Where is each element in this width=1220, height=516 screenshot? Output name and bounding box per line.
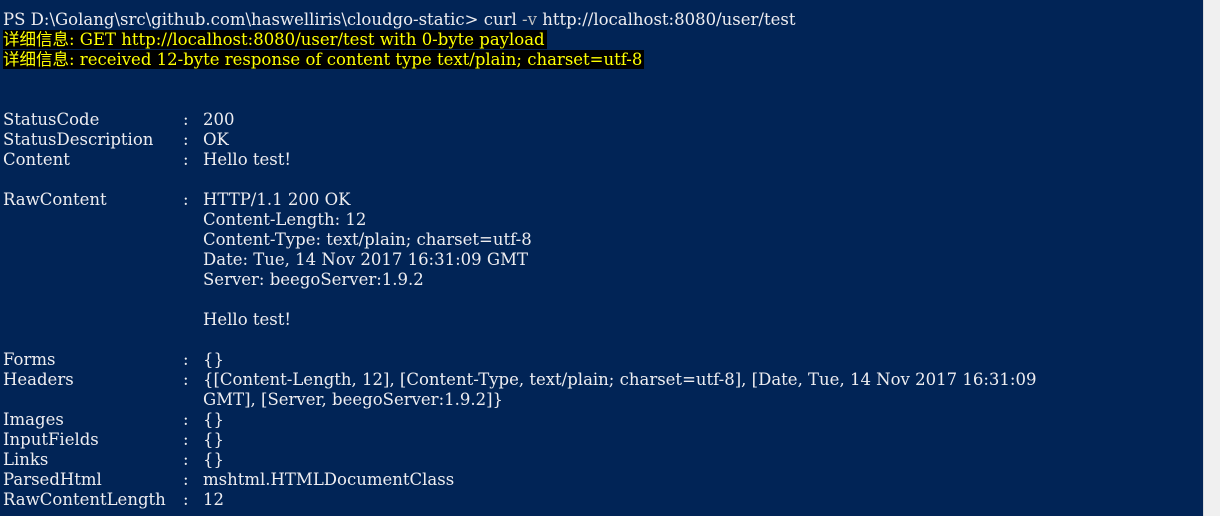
vertical-scrollbar[interactable] xyxy=(1203,0,1220,516)
verbose-line-2: 详细信息: received 12-byte response of conte… xyxy=(3,50,645,70)
command-url: http://localhost:8080/user/test xyxy=(542,10,796,29)
field-separator: : xyxy=(183,490,194,509)
field-separator: : xyxy=(183,110,194,129)
field-name: RawContentLength xyxy=(3,490,166,509)
field-name: Links xyxy=(3,450,49,469)
field-forms: Forms: {} xyxy=(3,350,224,370)
field-links: Links: {} xyxy=(3,450,224,470)
field-name: Content xyxy=(3,150,70,169)
field-separator: : xyxy=(183,350,194,369)
field-value: 12 xyxy=(203,490,224,509)
command-line: PS D:\Golang\src\github.com\haswelliris\… xyxy=(3,10,795,30)
field-value: 200 xyxy=(203,110,235,129)
field-headers: Headers: {[Content-Length, 12], [Content… xyxy=(3,370,1036,390)
field-value: mshtml.HTMLDocumentClass xyxy=(203,470,455,489)
prompt-path: PS D:\Golang\src\github.com\haswelliris\… xyxy=(3,10,484,29)
rawcontent-line: Content-Length: 12 xyxy=(203,210,367,229)
field-value: {} xyxy=(203,350,224,369)
field-separator: : xyxy=(183,470,194,489)
field-name: Images xyxy=(3,410,64,429)
field-statuscode: StatusCode: 200 xyxy=(3,110,235,130)
field-rawcontentlength: RawContentLength: 12 xyxy=(3,490,224,510)
field-name: StatusCode xyxy=(3,110,100,129)
rawcontent-line: Date: Tue, 14 Nov 2017 16:31:09 GMT xyxy=(203,250,528,269)
field-value: {} xyxy=(203,450,224,469)
rawcontent-line: Content-Type: text/plain; charset=utf-8 xyxy=(203,230,532,249)
field-images: Images: {} xyxy=(3,410,224,430)
field-value: OK xyxy=(203,130,229,149)
field-separator: : xyxy=(183,370,194,389)
field-name: ParsedHtml xyxy=(3,470,102,489)
field-separator: : xyxy=(183,190,194,209)
command-flag: -v xyxy=(522,10,537,29)
rawcontent-line: Server: beegoServer:1.9.2 xyxy=(203,270,424,289)
verbose-line-1: 详细信息: GET http://localhost:8080/user/tes… xyxy=(3,30,547,50)
field-value: {[Content-Length, 12], [Content-Type, te… xyxy=(203,370,1037,389)
verbose-text: 详细信息: GET http://localhost:8080/user/tes… xyxy=(3,30,547,49)
field-inputfields: InputFields: {} xyxy=(3,430,224,450)
headers-line: GMT], [Server, beegoServer:1.9.2]} xyxy=(203,390,504,409)
powershell-console[interactable]: PS D:\Golang\src\github.com\haswelliris\… xyxy=(0,0,1203,516)
field-parsedhtml: ParsedHtml: mshtml.HTMLDocumentClass xyxy=(3,470,454,490)
field-separator: : xyxy=(183,430,194,449)
field-name: Headers xyxy=(3,370,74,389)
field-name: Forms xyxy=(3,350,56,369)
command-name: curl xyxy=(483,10,517,29)
field-value: {} xyxy=(203,430,224,449)
field-separator: : xyxy=(183,410,194,429)
rawcontent-line: Hello test! xyxy=(203,310,292,329)
field-value: {} xyxy=(203,410,224,429)
field-name: StatusDescription xyxy=(3,130,154,149)
field-separator: : xyxy=(183,150,194,169)
scrollbar-thumb[interactable] xyxy=(1207,0,1217,516)
field-separator: : xyxy=(183,450,194,469)
field-name: RawContent xyxy=(3,190,107,209)
field-value: HTTP/1.1 200 OK xyxy=(203,190,351,209)
field-name: InputFields xyxy=(3,430,99,449)
field-statusdescription: StatusDescription: OK xyxy=(3,130,229,150)
field-separator: : xyxy=(183,130,194,149)
verbose-text: 详细信息: received 12-byte response of conte… xyxy=(3,50,645,69)
field-content: Content: Hello test! xyxy=(3,150,291,170)
field-value: Hello test! xyxy=(203,150,292,169)
field-rawcontent: RawContent: HTTP/1.1 200 OK xyxy=(3,190,350,210)
